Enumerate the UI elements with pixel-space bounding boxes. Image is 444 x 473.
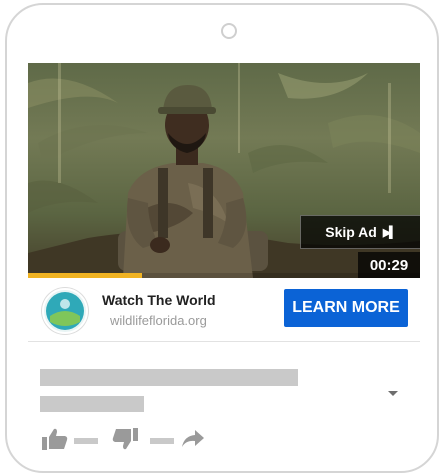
- ad-info-row: Watch The World wildlifeflorida.org LEAR…: [28, 280, 420, 342]
- ad-progress-fill: [28, 273, 142, 278]
- ad-progress-bar: [28, 273, 420, 278]
- share-arrow-icon[interactable]: [182, 430, 204, 448]
- title-placeholder-line-1: [40, 369, 298, 386]
- video-player[interactable]: Skip Ad ▶▍ 00:29: [28, 63, 420, 278]
- like-count-placeholder: [74, 438, 98, 444]
- ad-url: wildlifeflorida.org: [110, 313, 207, 328]
- thumbs-down-icon[interactable]: [112, 428, 138, 450]
- title-placeholder-line-2: [40, 396, 144, 412]
- skip-ad-button[interactable]: Skip Ad ▶▍: [300, 215, 420, 249]
- skip-ad-label: Skip Ad: [325, 224, 377, 240]
- chevron-down-icon[interactable]: [388, 391, 398, 396]
- advertiser-logo[interactable]: [42, 288, 88, 334]
- skip-next-icon: ▶▍: [382, 226, 398, 239]
- ad-title: Watch The World: [102, 292, 216, 308]
- camera-icon: [221, 23, 237, 39]
- thumbs-up-icon[interactable]: [42, 428, 68, 450]
- dislike-count-placeholder: [150, 438, 174, 444]
- learn-more-button[interactable]: LEARN MORE: [284, 289, 408, 327]
